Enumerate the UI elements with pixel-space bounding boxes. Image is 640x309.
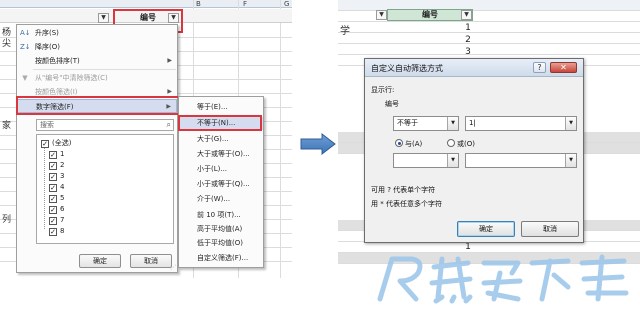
cell-value: 2 [465,35,471,45]
operator-select-2[interactable]: ▼ [393,153,459,168]
checkbox-checked-icon: ✓ [49,151,57,159]
checkbox-value[interactable]: ✓ 8 [49,226,64,236]
custom-autofilter-dialog: 自定义自动筛选方式 ? ✕ 显示行: 编号 不等于 ▼ 1| ▼ 与(A) 或(… [364,58,584,243]
dialog-title: 自定义自动筛选方式 [371,64,443,73]
flow-arrow-icon [300,133,336,155]
menu-item-clear-filter: ▼ 从"编号"中清除筛选(C) [17,71,177,85]
checkbox-value[interactable]: ✓ 1 [49,149,64,159]
chevron-right-icon: ▶ [167,57,172,64]
checkbox-checked-icon: ✓ [49,217,57,225]
value-checklist: ✓ (全选) ✓ 1 ✓ 2 ✓ 3 ✓ 4 ✓ 5 ✓ 6 ✓ 7 ✓ 8 [36,134,174,244]
checkbox-value[interactable]: ✓ 3 [49,171,64,181]
filter-context-menu: A↓ 升序(S) Z↓ 降序(O) 按颜色排序(T) ▶ ▼ 从"编号"中清除筛… [16,24,178,273]
chevron-down-icon: ▼ [447,117,458,130]
submenu-item-greater[interactable]: 大于(G)... [179,133,263,146]
sheet-text-fragment: 尖 [2,39,12,49]
checkbox-checked-icon: ✓ [49,206,57,214]
column-header-strip: B F G [0,0,292,8]
column-letter-b: B [196,0,201,8]
highlight-box-number-filter [16,96,180,115]
menu-item-sort-desc[interactable]: Z↓ 降序(O) [17,40,177,54]
help-button[interactable]: ? [533,62,546,73]
dialog-titlebar: 自定义自动筛选方式 ? ✕ [365,59,583,77]
cell-value: 1 [465,23,471,33]
sheet-text-fragment: 列 [2,215,12,225]
cancel-button[interactable]: 取消 [521,221,579,237]
checkbox-checked-icon: ✓ [49,173,57,181]
hint-multi-char: 用 * 代表任意多个字符 [371,200,442,208]
radio-checked-icon [395,139,403,147]
operator-select-1[interactable]: 不等于 ▼ [393,116,459,131]
filter-dropdown-arrow-prev[interactable]: ▼ [376,10,387,20]
column-letter-f: F [243,0,248,8]
cancel-button[interactable]: 取消 [130,254,172,268]
submenu-item-top10[interactable]: 前 10 项(T)... [179,209,263,222]
submenu-item-equals[interactable]: 等于(E)... [179,101,263,114]
sheet-text-fragment: 家 [2,121,12,131]
checkbox-checked-icon: ✓ [41,140,49,148]
search-input[interactable]: 搜索 ⌕ [36,119,174,131]
checkbox-value[interactable]: ✓ 6 [49,204,64,214]
column-letter-g: G [284,0,290,8]
menu-item-sort-by-color[interactable]: 按颜色排序(T) ▶ [17,54,177,68]
value-input-2[interactable]: ▼ [465,153,577,168]
search-icon: ⌕ [166,120,171,129]
radio-or[interactable]: 或(O) [447,139,475,149]
checkbox-value[interactable]: ✓ 7 [49,215,64,225]
chevron-down-icon: ▼ [447,154,458,167]
ok-button[interactable]: 确定 [79,254,121,268]
highlight-box-not-equals [178,115,262,131]
submenu-item-custom-filter[interactable]: 自定义筛选(F)... [179,252,263,265]
filter-dropdown-arrow-prev[interactable]: ▼ [98,13,109,23]
submenu-item-below-average[interactable]: 低于平均值(O) [179,237,263,250]
checkbox-value[interactable]: ✓ 5 [49,193,64,203]
checkbox-checked-icon: ✓ [49,162,57,170]
clear-filter-icon: ▼ [22,74,28,82]
radio-unchecked-icon [447,139,455,147]
submenu-item-greater-equal[interactable]: 大于或等于(O)... [179,148,263,161]
left-excel-panel: B F G ▼ 编号 ▼ 杨 尖 家 列 A↓ 升序(S) Z↓ 降序(O) 按… [0,0,292,278]
chevron-down-icon: ▼ [565,117,576,130]
submenu-item-above-average[interactable]: 高于平均值(A) [179,223,263,236]
checkbox-checked-icon: ✓ [49,184,57,192]
sheet-text-fragment: 学 [340,26,350,37]
ok-button[interactable]: 确定 [457,221,515,237]
close-button[interactable]: ✕ [550,62,577,73]
submenu-item-less[interactable]: 小于(L)... [179,163,263,176]
hint-single-char: 可用 ? 代表单个字符 [371,186,436,194]
menu-item-sort-asc[interactable]: A↓ 升序(S) [17,26,177,40]
site-watermark-logo [377,254,629,304]
checkbox-checked-icon: ✓ [49,195,57,203]
checkbox-value[interactable]: ✓ 4 [49,182,64,192]
filter-dropdown-arrow-bianhao[interactable]: ▼ [461,10,472,20]
radio-and[interactable]: 与(A) [395,139,422,149]
submenu-item-less-equal[interactable]: 小于或等于(Q)... [179,178,263,191]
show-rows-label: 显示行: [371,86,395,94]
value-input-1[interactable]: 1| ▼ [465,116,577,131]
sort-desc-icon: Z↓ [20,43,31,51]
checkbox-checked-icon: ✓ [49,228,57,236]
cell-value: 3 [465,47,471,57]
cell-value: 1 [465,242,471,252]
close-icon: ✕ [560,63,567,72]
chevron-down-icon: ▼ [565,154,576,167]
submenu-item-between[interactable]: 介于(W)... [179,193,263,206]
resize-grip-icon[interactable]: ⋰ [170,264,176,271]
checkbox-value[interactable]: ✓ 2 [49,160,64,170]
sort-asc-icon: A↓ [20,29,31,37]
checkbox-select-all[interactable]: ✓ (全选) [41,138,71,148]
field-name-label: 编号 [385,100,399,108]
